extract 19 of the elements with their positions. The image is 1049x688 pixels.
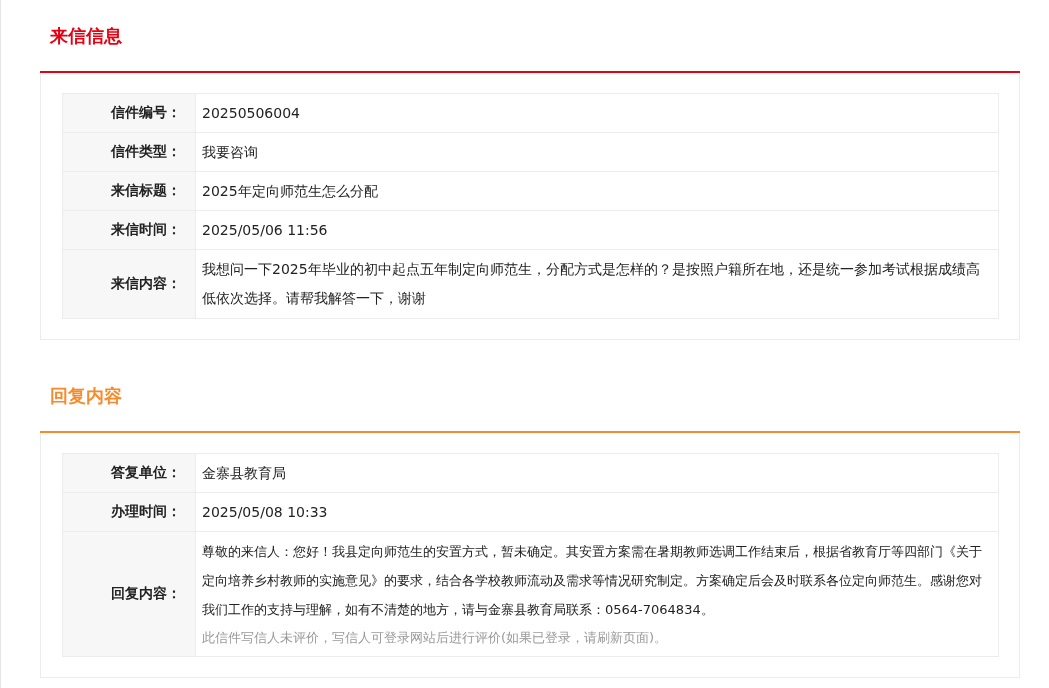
field-label: 来信内容： [63,250,196,319]
field-label: 答复单位： [63,454,196,493]
field-label: 信件类型： [63,133,196,172]
section-title: 来信信息 [50,23,122,48]
field-label: 来信标题： [63,172,196,211]
field-value: 我想问一下2025年毕业的初中起点五年制定向师范生，分配方式是怎样的？是按照户籍所在地，还是统一参加考试根据成绩高低依次选择。请帮我解答一下，谢谢 [202,260,981,308]
field-value: 尊敬的来信人：您好！我县定向师范生的安置方式，暂未确定。其安置方案需在暑期教师选调工作结束后，根据省教育厅等四部门《关于定向培养乡村教师的实施意见》的要求，结合各学校教师流动及需求等情况研究制定。方案确定后会及时联系各位定向师范生。感谢您对我们工作的支持与理解，如有不清楚的地方，请与金寨县教育局联系：0564-7064834。 [202,543,983,619]
section-title: 回复内容 [50,383,122,408]
field-value: 我要咨询 [202,143,259,162]
evaluation-note: 此信件写信人未评价，写信人可登录网站后进行评价(如果已登录，请刷新页面)。 [202,629,669,647]
field-label: 信件编号： [63,94,196,133]
field-value: 2025年定向师范生怎么分配 [202,182,379,201]
field-label: 回复内容： [63,532,196,657]
field-value: 2025/05/08 10:33 [202,503,329,522]
field-label: 办理时间： [63,493,196,532]
field-value: 20250506004 [202,104,301,123]
field-label: 来信时间： [63,211,196,250]
field-value: 金寨县教育局 [202,464,287,483]
field-value: 2025/05/06 11:56 [202,221,329,240]
